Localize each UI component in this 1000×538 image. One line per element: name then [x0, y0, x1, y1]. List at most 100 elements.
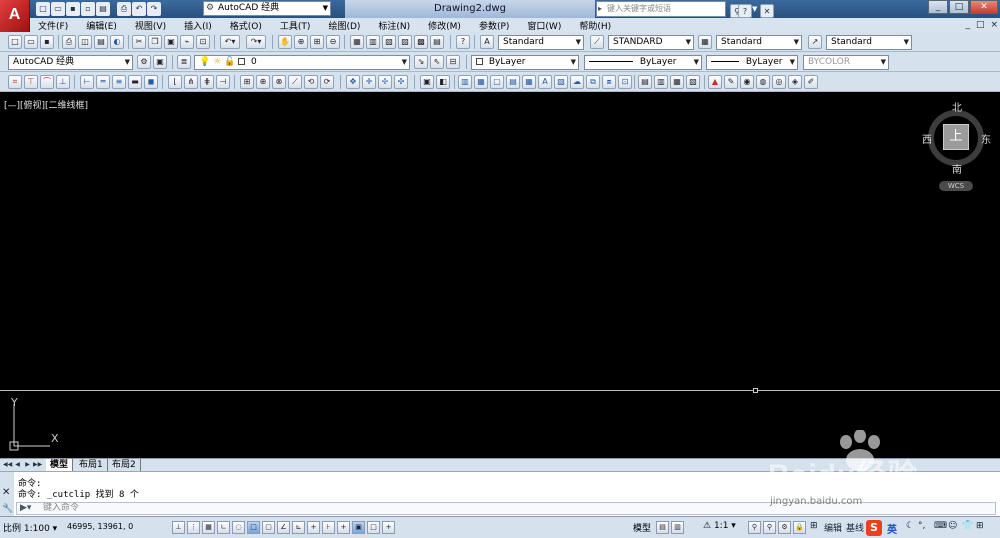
compass-north[interactable]: 北: [952, 99, 962, 114]
help-search-input[interactable]: ▸ 键入关键字或短语: [596, 1, 726, 17]
command-window-grip[interactable]: ✕ 🔧: [0, 472, 14, 517]
grid-icon[interactable]: ⊞: [976, 521, 984, 531]
doc-restore-button[interactable]: □: [976, 18, 985, 32]
save-icon[interactable]: ▪: [40, 35, 54, 49]
block-editor-icon[interactable]: ⊡: [196, 35, 210, 49]
zoom-previous-icon[interactable]: ⊖: [326, 35, 340, 49]
cut-icon[interactable]: ✂: [132, 35, 146, 49]
layer-state-icon[interactable]: ⊟: [446, 55, 460, 69]
multileader-style-select[interactable]: Standard ▼: [826, 35, 912, 50]
save-icon[interactable]: ▪: [66, 2, 80, 16]
pan-icon[interactable]: ✋: [278, 35, 292, 49]
region-icon[interactable]: ▤: [506, 75, 520, 89]
plot-icon[interactable]: ⎙: [62, 35, 76, 49]
layer-manager-icon[interactable]: ≣: [177, 55, 191, 69]
linear-dim-icon[interactable]: ⌗: [8, 75, 22, 89]
materials-icon[interactable]: ◈: [788, 75, 802, 89]
mtext-icon[interactable]: A: [538, 75, 552, 89]
grid-display-icon[interactable]: ▦: [202, 521, 215, 534]
menu-view[interactable]: 视图(V): [135, 19, 166, 32]
jogged-dim-icon[interactable]: ═: [96, 75, 110, 89]
workspace-switch-select[interactable]: ⚙ AutoCAD 经典 ▼: [203, 1, 331, 16]
compass-south[interactable]: 南: [952, 161, 962, 176]
help-icon[interactable]: ?: [738, 4, 752, 18]
tolerance-icon[interactable]: ⊞: [240, 75, 254, 89]
doc-minimize-button[interactable]: _: [965, 18, 970, 32]
ime-language-toggle[interactable]: 英: [887, 521, 897, 536]
ole-icon[interactable]: ⊡: [618, 75, 632, 89]
quick-view-layouts-icon[interactable]: ▤: [656, 521, 669, 534]
menu-dimension[interactable]: 标注(N): [378, 19, 410, 32]
table-style-select[interactable]: Standard ▼: [716, 35, 802, 50]
properties-panel-icon[interactable]: ▤: [638, 75, 652, 89]
menu-file[interactable]: 文件(F): [38, 19, 68, 32]
plot-icon[interactable]: ⎙: [117, 2, 131, 16]
diameter-dim-icon[interactable]: ≡: [112, 75, 126, 89]
zoom-realtime-icon[interactable]: ⊕: [294, 35, 308, 49]
baseline-icon[interactable]: ⌊: [168, 75, 182, 89]
properties-icon[interactable]: ▦: [350, 35, 364, 49]
model-space-button[interactable]: 模型: [633, 521, 651, 534]
minimize-button[interactable]: _: [928, 0, 948, 14]
tool-palettes-icon[interactable]: ▧: [382, 35, 396, 49]
copy-icon[interactable]: ❐: [148, 35, 162, 49]
quick-properties-icon[interactable]: ▣: [352, 521, 365, 534]
tab-layout1[interactable]: 布局1: [75, 459, 108, 471]
annotation-monitor-icon[interactable]: +: [382, 521, 395, 534]
ordinate-dim-icon[interactable]: ⊥: [56, 75, 70, 89]
layer-states-icon[interactable]: ▥: [654, 75, 668, 89]
quick-view-drawings-icon[interactable]: ▥: [671, 521, 684, 534]
xref-icon[interactable]: ⧉: [586, 75, 600, 89]
dim-style-select[interactable]: STANDARD ▼: [608, 35, 694, 50]
menu-draw[interactable]: 绘图(D): [328, 19, 360, 32]
gradient-icon[interactable]: ▦: [474, 75, 488, 89]
ducs-icon[interactable]: ⊾: [292, 521, 305, 534]
quick-select-icon[interactable]: ▦: [670, 75, 684, 89]
lineweight-icon[interactable]: ⊦: [322, 521, 335, 534]
color-select[interactable]: ByLayer ▼: [471, 55, 579, 70]
center-mark-icon[interactable]: ⊕: [256, 75, 270, 89]
pencil-icon[interactable]: ✎: [724, 75, 738, 89]
close-icon[interactable]: ✕: [2, 487, 10, 498]
keyboard-icon[interactable]: ⌨: [934, 521, 947, 531]
dim-style-icon[interactable]: ⟋: [590, 35, 604, 49]
array-icon[interactable]: ✣: [394, 75, 408, 89]
ortho-mode-icon[interactable]: ∟: [217, 521, 230, 534]
menu-parametric[interactable]: 参数(P): [479, 19, 509, 32]
design-center-icon[interactable]: ▥: [366, 35, 380, 49]
3d-osnap-icon[interactable]: ▢: [262, 521, 275, 534]
text-style-icon[interactable]: A: [480, 35, 494, 49]
tab-layout2[interactable]: 布局2: [108, 459, 141, 471]
quickcalc-icon[interactable]: ▤: [430, 35, 444, 49]
exchange-icon[interactable]: ✕: [760, 4, 774, 18]
next-tab-icon[interactable]: ▶: [23, 460, 32, 470]
publish-icon[interactable]: ▤: [96, 2, 110, 16]
menu-window[interactable]: 窗口(W): [527, 19, 561, 32]
sheet-set-icon[interactable]: ▨: [398, 35, 412, 49]
transparency-icon[interactable]: +: [337, 521, 350, 534]
render-icon[interactable]: ◎: [772, 75, 786, 89]
viewcube-top-face[interactable]: 上: [943, 124, 969, 150]
compass-east[interactable]: 东: [981, 131, 991, 146]
maximize-button[interactable]: □: [949, 0, 969, 14]
linetype-select[interactable]: ByLayer ▼: [584, 55, 702, 70]
dim-break-icon[interactable]: ⊣: [216, 75, 230, 89]
dim-space-icon[interactable]: ⋕: [200, 75, 214, 89]
menu-format[interactable]: 格式(O): [230, 19, 262, 32]
select-similar-icon[interactable]: ▧: [686, 75, 700, 89]
move-icon[interactable]: ✥: [346, 75, 360, 89]
drawn-line[interactable]: [0, 390, 1000, 391]
boundary-icon[interactable]: ▢: [490, 75, 504, 89]
snap-mode-icon[interactable]: ⋮: [187, 521, 200, 534]
open-icon[interactable]: ▭: [24, 35, 38, 49]
redo-icon[interactable]: ↷: [147, 2, 161, 16]
text-style-select[interactable]: Standard ▼: [498, 35, 584, 50]
new-file-icon[interactable]: □: [36, 2, 50, 16]
auto-scale-icon[interactable]: ⚲: [763, 521, 776, 534]
new-icon[interactable]: □: [8, 35, 22, 49]
undo-icon[interactable]: ↶: [132, 2, 146, 16]
dynamic-input-icon[interactable]: +: [307, 521, 320, 534]
close-button[interactable]: ✕: [970, 0, 998, 14]
eye-icon[interactable]: ◉: [740, 75, 754, 89]
drawing-canvas[interactable]: [—][俯视][二维线框] 上 北 南 东 西 WCS Y X: [0, 92, 1000, 458]
